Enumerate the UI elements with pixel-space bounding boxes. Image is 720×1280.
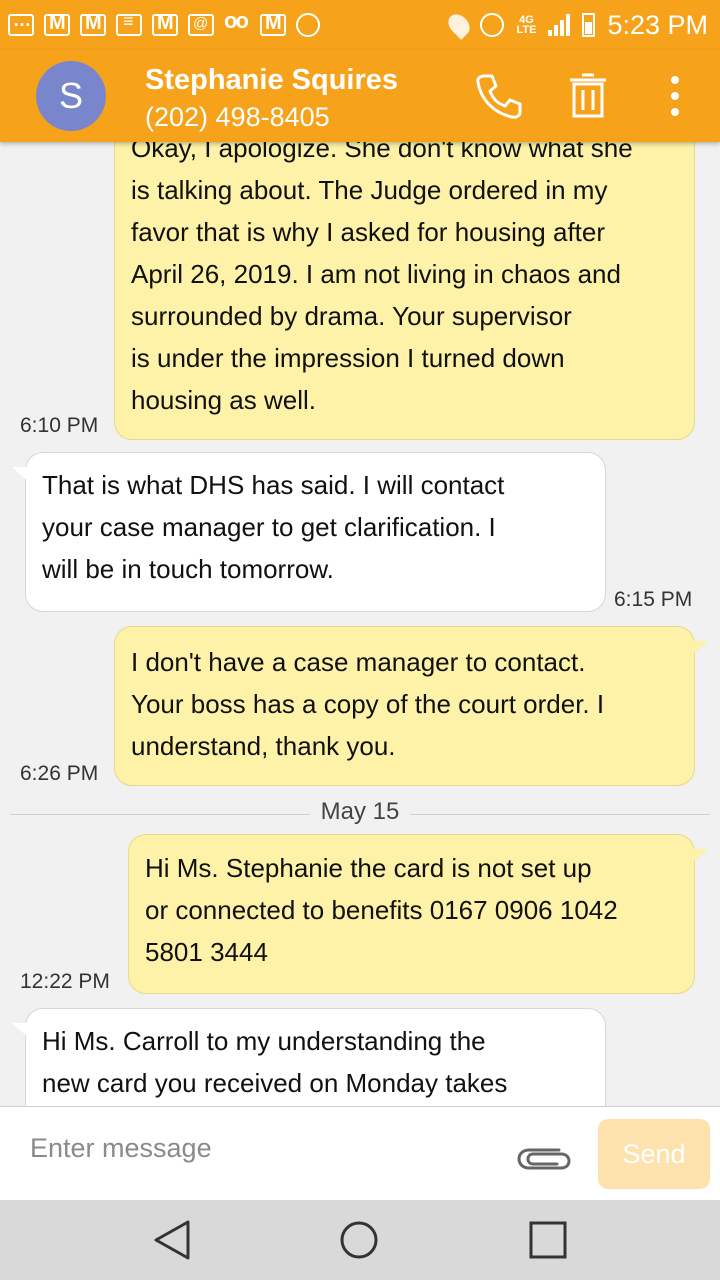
outgoing-message[interactable]: Okay, I apologize. She don't know what s… [114, 142, 695, 440]
network-indicator: 4G LTE [516, 15, 537, 36]
message-time: 6:26 PM [20, 762, 99, 785]
recent-apps-button[interactable] [524, 1216, 572, 1264]
message-list[interactable]: Okay, I apologize. She don't know what s… [0, 142, 720, 1106]
attach-button[interactable] [515, 1137, 573, 1177]
conversation-header: S Stephanie Squires (202) 498-8405 [0, 50, 720, 142]
incoming-message[interactable]: Hi Ms. Carroll to my understanding the n… [12, 1008, 606, 1106]
recent-apps-icon [529, 1221, 567, 1259]
more-options-button[interactable] [655, 70, 695, 122]
gmail-icon [152, 12, 178, 36]
delete-button[interactable] [562, 70, 614, 122]
gmail-icon [80, 12, 106, 36]
date-label: May 15 [310, 798, 410, 825]
message-time: 6:10 PM [20, 414, 99, 437]
navigation-bar [0, 1200, 720, 1280]
message-time: 12:22 PM [20, 970, 110, 993]
alarm-clock-icon [480, 13, 505, 37]
message-text: Hi Ms. Carroll to my understanding the n… [42, 1026, 508, 1098]
call-button[interactable] [472, 70, 524, 122]
signal-icon [548, 14, 571, 36]
location-icon [444, 10, 475, 40]
home-button[interactable] [335, 1216, 383, 1264]
trash-icon [570, 73, 606, 118]
back-icon [154, 1220, 190, 1260]
avatar[interactable]: S [36, 61, 106, 131]
phone-icon [476, 74, 522, 119]
message-text: Okay, I apologize. She don't know what s… [131, 142, 633, 415]
message-text: That is what DHS has said. I will contac… [42, 470, 505, 584]
email-at-icon [188, 14, 214, 36]
battery-icon [582, 13, 596, 37]
contact-name[interactable]: Stephanie Squires [145, 64, 398, 97]
outgoing-message[interactable]: Hi Ms. Stephanie the card is not set up … [128, 834, 708, 994]
home-icon [340, 1221, 378, 1259]
contact-phone[interactable]: (202) 498-8405 [145, 102, 330, 133]
more-vert-icon [671, 76, 679, 116]
message-time: 6:15 PM [614, 588, 693, 611]
message-composer: Enter message Send [0, 1106, 720, 1200]
status-time: 5:23 PM [607, 9, 708, 40]
voicemail-icon [224, 8, 250, 36]
status-bar: 4G LTE 5:23 PM [0, 0, 720, 50]
back-button[interactable] [148, 1216, 196, 1264]
gmail-icon [260, 12, 286, 36]
message-input[interactable]: Enter message [30, 1133, 212, 1164]
message-text: Hi Ms. Stephanie the card is not set up … [145, 853, 618, 967]
message-icon [116, 11, 142, 36]
gmail-icon [44, 12, 70, 36]
paperclip-icon [517, 1148, 571, 1170]
more-notifications-icon [8, 10, 34, 36]
incoming-message[interactable]: That is what DHS has said. I will contac… [12, 452, 606, 612]
date-separator: May 15 [10, 794, 710, 834]
network-subtype: LTE [516, 24, 537, 36]
outgoing-message[interactable]: I don't have a case manager to contact. … [114, 626, 708, 786]
message-text: I don't have a case manager to contact. … [131, 647, 605, 761]
send-button[interactable]: Send [598, 1119, 710, 1189]
notification-icons [8, 8, 320, 41]
alarm-icon [296, 13, 320, 37]
